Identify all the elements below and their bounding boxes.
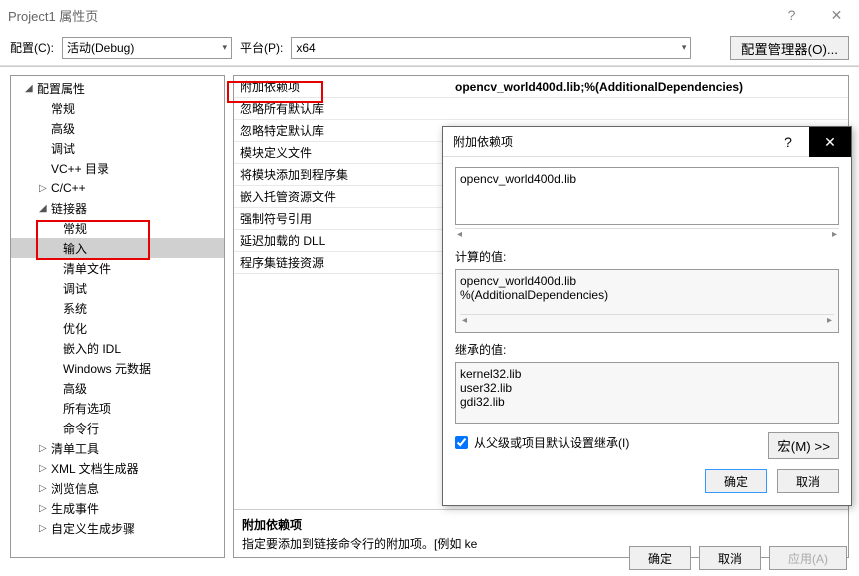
additional-deps-dialog: 附加依赖项 ? ✕ ◂ ▸ 计算的值: opencv_world400d.lib …: [442, 126, 852, 506]
scroll-left-icon[interactable]: ◂: [462, 315, 467, 326]
platform-value: x64: [296, 41, 315, 55]
platform-combo[interactable]: x64 ▾: [291, 37, 691, 59]
tree-item[interactable]: 常规: [11, 218, 224, 238]
expand-icon: ▷: [39, 503, 51, 514]
expand-icon: ▷: [39, 523, 51, 534]
inherit-label: 从父级或项目默认设置继承(I): [474, 434, 629, 451]
help-icon[interactable]: ?: [767, 127, 809, 157]
tree-item[interactable]: 命令行: [11, 418, 224, 438]
config-value: 活动(Debug): [67, 39, 134, 56]
close-icon[interactable]: ✕: [814, 0, 859, 30]
property-tree[interactable]: ◢配置属性 常规 高级 调试 VC++ 目录 ▷C/C++ ◢链接器 常规 输入…: [10, 75, 225, 558]
ok-button[interactable]: 确定: [629, 546, 691, 570]
inherited-label: 继承的值:: [455, 341, 839, 358]
tree-item[interactable]: 嵌入的 IDL: [11, 338, 224, 358]
tree-item[interactable]: VC++ 目录: [11, 158, 224, 178]
tree-item[interactable]: ▷XML 文档生成器: [11, 458, 224, 478]
help-icon[interactable]: ?: [769, 0, 814, 30]
tree-item[interactable]: Windows 元数据: [11, 358, 224, 378]
scroll-left-icon[interactable]: ◂: [457, 229, 462, 240]
tree-item[interactable]: 优化: [11, 318, 224, 338]
scroll-right-icon[interactable]: ▸: [827, 315, 832, 326]
dialog-footer: 确定 取消 应用(A): [629, 546, 847, 570]
tree-item-input[interactable]: 输入: [11, 238, 224, 258]
cancel-button[interactable]: 取消: [699, 546, 761, 570]
ok-button[interactable]: 确定: [705, 469, 767, 493]
collapse-icon: ◢: [25, 83, 37, 94]
computed-label: 计算的值:: [455, 248, 839, 265]
tree-linker[interactable]: ◢链接器: [11, 198, 224, 218]
collapse-icon: ◢: [39, 203, 51, 214]
cancel-button[interactable]: 取消: [777, 469, 839, 493]
config-label: 配置(C):: [10, 39, 54, 56]
window-titlebar: Project1 属性页 ? ✕: [0, 0, 859, 30]
chevron-down-icon: ▾: [682, 42, 687, 53]
expand-icon: ▷: [39, 443, 51, 454]
tree-item[interactable]: 调试: [11, 138, 224, 158]
scroll-right-icon[interactable]: ▸: [832, 229, 837, 240]
tree-item[interactable]: ▷清单工具: [11, 438, 224, 458]
apply-button[interactable]: 应用(A): [769, 546, 847, 570]
window-title: Project1 属性页: [8, 6, 98, 25]
dialog-titlebar: 附加依赖项 ? ✕: [443, 127, 851, 157]
chevron-down-icon: ▾: [222, 42, 227, 53]
dialog-title: 附加依赖项: [453, 133, 513, 150]
tree-item[interactable]: 清单文件: [11, 258, 224, 278]
tree-item[interactable]: ▷自定义生成步骤: [11, 518, 224, 538]
config-manager-button[interactable]: 配置管理器(O)...: [730, 36, 849, 60]
deps-textarea[interactable]: [455, 167, 839, 225]
tree-item[interactable]: ▷C/C++: [11, 178, 224, 198]
expand-icon: ▷: [39, 483, 51, 494]
close-icon[interactable]: ✕: [809, 127, 851, 157]
description-title: 附加依赖项: [242, 516, 840, 533]
tree-item[interactable]: 调试: [11, 278, 224, 298]
tree-item[interactable]: 系统: [11, 298, 224, 318]
inherit-checkbox[interactable]: [455, 436, 468, 449]
config-combo[interactable]: 活动(Debug) ▾: [62, 37, 232, 59]
tree-item[interactable]: ▷生成事件: [11, 498, 224, 518]
expand-icon: ▷: [39, 183, 51, 194]
tree-item[interactable]: 常规: [11, 98, 224, 118]
inherited-values-box: kernel32.lib user32.lib gdi32.lib: [455, 362, 839, 424]
expand-icon: ▷: [39, 463, 51, 474]
config-toolbar: 配置(C): 活动(Debug) ▾ 平台(P): x64 ▾ 配置管理器(O)…: [0, 30, 859, 66]
tree-item[interactable]: ▷浏览信息: [11, 478, 224, 498]
tree-item[interactable]: 所有选项: [11, 398, 224, 418]
tree-item[interactable]: 高级: [11, 118, 224, 138]
prop-row-additional-deps[interactable]: 附加依赖项 opencv_world400d.lib;%(AdditionalD…: [234, 76, 848, 98]
tree-item[interactable]: 高级: [11, 378, 224, 398]
macro-button[interactable]: 宏(M) >>: [768, 432, 839, 459]
tree-root[interactable]: ◢配置属性: [11, 78, 224, 98]
platform-label: 平台(P):: [240, 39, 283, 56]
prop-row[interactable]: 忽略所有默认库: [234, 98, 848, 120]
computed-values-box: opencv_world400d.lib %(AdditionalDepende…: [455, 269, 839, 333]
